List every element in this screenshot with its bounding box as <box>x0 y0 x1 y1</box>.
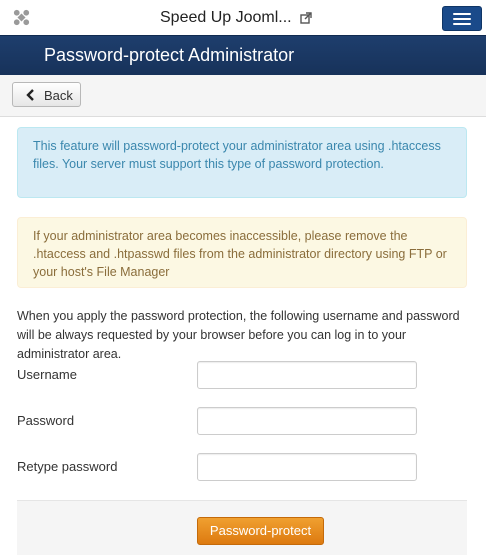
external-link-icon[interactable] <box>300 12 312 24</box>
back-button-label: Back <box>44 88 73 103</box>
form-actions: Password-protect <box>17 500 467 555</box>
back-button[interactable]: Back <box>12 82 81 107</box>
joomla-logo-icon[interactable] <box>12 8 31 27</box>
chevron-left-icon <box>26 89 34 101</box>
info-alert: This feature will password-protect your … <box>17 127 467 198</box>
retype-password-input[interactable] <box>197 453 417 481</box>
username-input[interactable] <box>197 361 417 389</box>
page-title: Password-protect Administrator <box>44 45 295 65</box>
password-protect-button[interactable]: Password-protect <box>197 517 324 545</box>
username-label: Username <box>17 367 77 382</box>
toolbar: Back <box>0 75 486 117</box>
top-header: Speed Up Jooml... <box>0 0 486 35</box>
form-description: When you apply the password protection, … <box>17 309 460 361</box>
menu-toggle-button[interactable] <box>442 6 482 31</box>
hamburger-menu-icon <box>453 13 471 15</box>
password-input[interactable] <box>197 407 417 435</box>
title-bar: Password-protect Administrator <box>0 35 486 75</box>
retype-password-label: Retype password <box>17 459 118 474</box>
password-label: Password <box>17 413 75 428</box>
site-title[interactable]: Speed Up Jooml... <box>160 9 292 27</box>
warning-alert: If your administrator area becomes inacc… <box>17 217 467 288</box>
